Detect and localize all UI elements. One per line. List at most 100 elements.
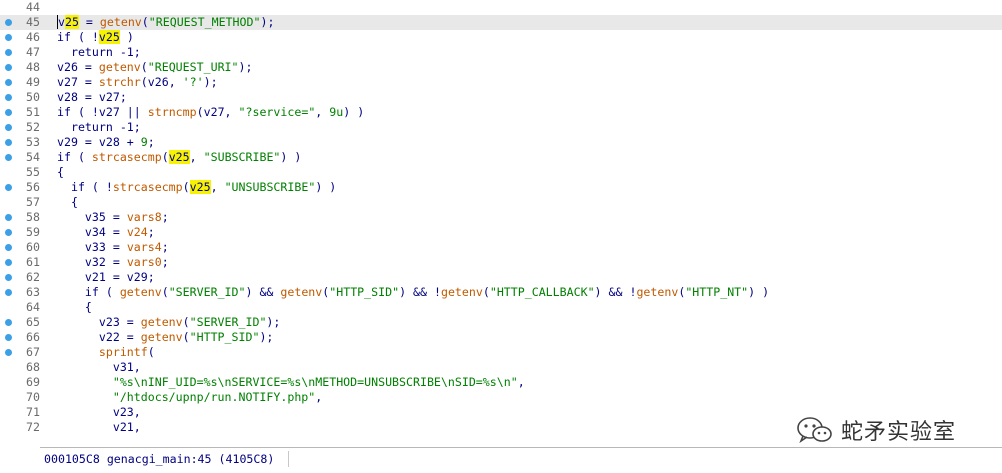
breakpoint-dot-icon[interactable] — [5, 154, 12, 161]
code-token[interactable]: "?service=" — [239, 105, 316, 119]
code-token[interactable]: if ( ! — [57, 180, 113, 194]
breakpoint-dot-icon[interactable] — [5, 214, 12, 221]
code-text[interactable]: if ( !v25 ) — [57, 30, 134, 45]
code-token[interactable]: ) ) — [280, 150, 301, 164]
code-text[interactable]: if ( getenv("SERVER_ID") && getenv("HTTP… — [57, 285, 769, 300]
code-line[interactable]: 67 sprintf( — [0, 345, 1002, 360]
code-token[interactable]: , — [315, 390, 322, 404]
code-token[interactable]: getenv — [99, 60, 141, 74]
code-text[interactable]: return -1; — [57, 120, 141, 135]
code-token[interactable]: ( — [142, 15, 149, 29]
code-token[interactable] — [57, 345, 99, 359]
code-token[interactable]: ( — [162, 285, 169, 299]
code-line[interactable]: 65 v23 = getenv("SERVER_ID"); — [0, 315, 1002, 330]
code-token[interactable]: v23, — [57, 405, 141, 419]
code-line[interactable]: 56 if ( !strcasecmp(v25, "UNSUBSCRIBE") … — [0, 180, 1002, 195]
code-token[interactable]: if ( — [57, 150, 92, 164]
code-text[interactable]: { — [57, 195, 78, 210]
breakpoint-dot-icon[interactable] — [5, 229, 12, 236]
code-line[interactable]: 66 v22 = getenv("HTTP_SID"); — [0, 330, 1002, 345]
breakpoint-dot-icon[interactable] — [5, 139, 12, 146]
code-line[interactable]: 69 "%s\nINF_UID=%s\nSERVICE=%s\nMETHOD=U… — [0, 375, 1002, 390]
breakpoint-dot-icon[interactable] — [5, 334, 12, 341]
code-token[interactable]: (v26, — [141, 75, 183, 89]
code-token[interactable]: vars0 — [127, 255, 162, 269]
breakpoint-dot-icon[interactable] — [5, 274, 12, 281]
code-token[interactable]: ( — [141, 60, 148, 74]
code-token[interactable]: if ( !v27 || — [57, 105, 148, 119]
code-token[interactable]: "UNSUBSCRIBE" — [225, 180, 316, 194]
code-text[interactable]: v21, — [57, 420, 141, 435]
code-text[interactable]: v32 = vars0; — [57, 255, 169, 270]
code-token[interactable]: (v27, — [197, 105, 239, 119]
code-line[interactable]: 49 v27 = strchr(v26, '?'); — [0, 75, 1002, 90]
breakpoint-dot-icon[interactable] — [5, 184, 12, 191]
code-text[interactable]: v25 = getenv("REQUEST_METHOD"); — [57, 15, 274, 30]
code-line[interactable]: 44 — [0, 0, 1002, 15]
breakpoint-dot-icon[interactable] — [5, 319, 12, 326]
code-text[interactable]: "%s\nINF_UID=%s\nSERVICE=%s\nMETHOD=UNSU… — [57, 375, 525, 390]
code-token[interactable]: ) && ! — [595, 285, 637, 299]
code-text[interactable]: return -1; — [57, 45, 141, 60]
highlighted-token[interactable]: v25 — [168, 150, 190, 164]
code-token[interactable]: ; — [162, 240, 169, 254]
highlighted-token[interactable]: 25 — [64, 15, 79, 29]
code-text[interactable]: if ( strcasecmp(v25, "SUBSCRIBE") ) — [57, 150, 301, 165]
code-line[interactable]: 64 { — [0, 300, 1002, 315]
code-token[interactable]: ); — [259, 330, 273, 344]
code-text[interactable]: v33 = vars4; — [57, 240, 169, 255]
breakpoint-dot-icon[interactable] — [5, 259, 12, 266]
code-token[interactable]: "/htdocs/upnp/run.NOTIFY.php" — [113, 390, 315, 404]
code-line[interactable]: 51 if ( !v27 || strncmp(v27, "?service=",… — [0, 105, 1002, 120]
code-text[interactable]: v22 = getenv("HTTP_SID"); — [57, 330, 274, 345]
code-text[interactable]: { — [57, 165, 64, 180]
code-line[interactable]: 63 if ( getenv("SERVER_ID") && getenv("H… — [0, 285, 1002, 300]
code-token[interactable]: getenv — [441, 285, 483, 299]
code-line[interactable]: 57 { — [0, 195, 1002, 210]
code-token[interactable]: v — [57, 15, 65, 29]
code-token[interactable]: if ( — [57, 285, 120, 299]
code-token[interactable]: getenv — [636, 285, 678, 299]
code-line[interactable]: 47 return -1; — [0, 45, 1002, 60]
pseudocode-view[interactable]: 44 45 v25 = getenv("REQUEST_METHOD"); 46 if … — [0, 0, 1002, 445]
code-token[interactable]: = — [79, 15, 100, 29]
code-token[interactable]: getenv — [280, 285, 322, 299]
code-token[interactable]: "%s\nINF_UID=%s\nSERVICE=%s\nMETHOD=UNSU… — [113, 375, 518, 389]
code-token[interactable]: strcasecmp — [92, 150, 162, 164]
code-token[interactable]: ; — [162, 210, 169, 224]
code-token[interactable]: 9 — [141, 135, 148, 149]
code-token[interactable]: v27 = — [57, 75, 99, 89]
code-token[interactable]: ( — [183, 315, 190, 329]
code-token[interactable]: "SERVER_ID" — [169, 285, 246, 299]
code-line[interactable]: 53 v29 = v28 + 9; — [0, 135, 1002, 150]
code-text[interactable]: "/htdocs/upnp/run.NOTIFY.php", — [57, 390, 322, 405]
breakpoint-dot-icon[interactable] — [5, 19, 12, 26]
code-token[interactable]: vars8 — [127, 210, 162, 224]
code-text[interactable]: v34 = v24; — [57, 225, 155, 240]
code-token[interactable]: ( — [483, 285, 490, 299]
code-text[interactable]: sprintf( — [57, 345, 155, 360]
code-text[interactable]: v23, — [57, 405, 141, 420]
code-token[interactable]: , — [190, 150, 204, 164]
code-text[interactable]: v27 = strchr(v26, '?'); — [57, 75, 218, 90]
code-token[interactable]: ( — [183, 180, 190, 194]
breakpoint-dot-icon[interactable] — [5, 109, 12, 116]
code-token[interactable]: ) ) — [315, 180, 336, 194]
code-token[interactable]: ; — [148, 135, 155, 149]
breakpoint-dot-icon[interactable] — [5, 34, 12, 41]
code-token[interactable]: strcasecmp — [113, 180, 183, 194]
code-token[interactable]: "REQUEST_METHOD" — [149, 15, 261, 29]
code-token[interactable]: ); — [266, 315, 280, 329]
code-token[interactable]: { — [57, 300, 92, 314]
code-token[interactable]: { — [57, 165, 64, 179]
code-token[interactable]: "HTTP_SID" — [329, 285, 399, 299]
code-token[interactable]: ; — [148, 225, 155, 239]
highlighted-token[interactable]: v25 — [98, 30, 120, 44]
code-token[interactable]: getenv — [100, 15, 142, 29]
code-token[interactable]: , — [315, 105, 329, 119]
code-token[interactable]: sprintf — [99, 345, 148, 359]
code-token[interactable]: return -1; — [57, 120, 141, 134]
code-token[interactable]: v34 = — [57, 225, 127, 239]
code-token[interactable]: v21 = v29; — [57, 270, 155, 284]
code-line[interactable]: 50 v28 = v27; — [0, 90, 1002, 105]
